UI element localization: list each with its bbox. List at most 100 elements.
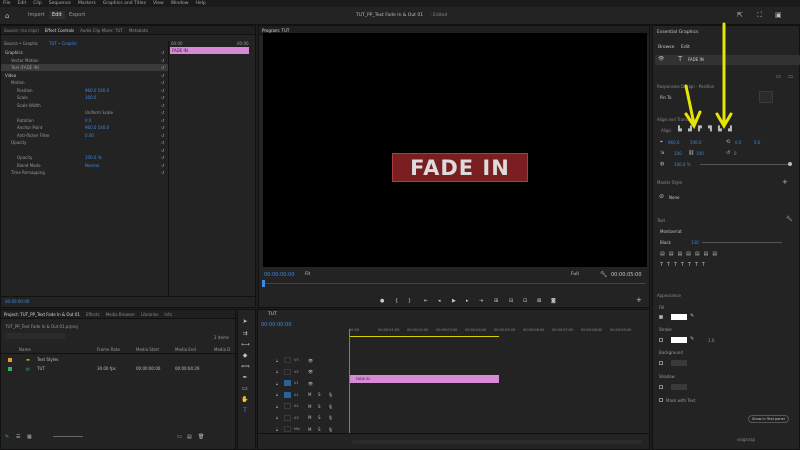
- menu-view[interactable]: View: [153, 1, 164, 6]
- source-patch[interactable]: [284, 391, 291, 398]
- fill-checkbox[interactable]: [659, 315, 663, 319]
- ec-row[interactable]: Anti-flicker Filter 0.00 ↺: [1, 132, 168, 139]
- folder-icon[interactable]: ▭: [788, 74, 793, 80]
- eye-toggle-icon[interactable]: 👁︎: [308, 369, 313, 374]
- mark-out-icon[interactable]: }: [408, 298, 411, 304]
- reset-icon[interactable]: ↺: [161, 155, 164, 160]
- header-start[interactable]: Media Start: [136, 347, 159, 352]
- ec-row[interactable]: Anchor Point 960.0 540.0 ↺: [1, 124, 168, 131]
- source-patch[interactable]: [284, 426, 291, 432]
- fill-swatch[interactable]: [671, 314, 687, 320]
- mark-in-icon[interactable]: {: [395, 298, 398, 304]
- font-size-slider[interactable]: [702, 242, 782, 243]
- ec-row[interactable]: Rotation 0.0 ↺: [1, 117, 168, 124]
- list-view-icon[interactable]: ☰: [16, 434, 20, 440]
- reset-icon[interactable]: ↺: [161, 133, 164, 138]
- eg-opacity[interactable]: 100.0 %: [674, 162, 691, 167]
- reset-icon[interactable]: ↺: [161, 140, 164, 145]
- tab-import[interactable]: Import: [28, 12, 45, 18]
- text-align-icons[interactable]: ▤▤▤▤▤▤▤: [660, 251, 721, 257]
- solo-icon[interactable]: S: [318, 415, 321, 420]
- reset-icon[interactable]: ↺: [161, 73, 164, 78]
- ec-row-value[interactable]: Uniform Scale: [85, 110, 113, 115]
- menu-file[interactable]: File: [3, 1, 11, 6]
- reset-icon[interactable]: ↺: [161, 80, 164, 85]
- add-button-icon[interactable]: +: [636, 296, 642, 304]
- tab-effects[interactable]: Effects: [86, 312, 100, 317]
- tab-metadata[interactable]: Metadata: [129, 28, 148, 33]
- mic-icon[interactable]: 🎙︎: [328, 392, 333, 397]
- solo-icon[interactable]: S: [318, 427, 321, 432]
- track-header[interactable]: 🔒︎ V1 👁︎: [258, 378, 348, 388]
- mute-icon[interactable]: M: [308, 415, 311, 420]
- ec-row[interactable]: Scale 100.0 ↺: [1, 94, 168, 101]
- ec-row-value[interactable]: Normal: [85, 163, 99, 168]
- lift-icon[interactable]: ⊡: [523, 298, 527, 304]
- timeline-timecode[interactable]: 00:00:00:00: [261, 322, 292, 328]
- reset-icon[interactable]: ↺: [161, 88, 164, 93]
- ec-row[interactable]: Vector Motion ↺: [1, 57, 168, 64]
- ec-row[interactable]: Graphics ↺: [1, 49, 168, 56]
- ec-row[interactable]: Text (FADE IN) ↺: [1, 64, 168, 71]
- source-patch[interactable]: [284, 414, 291, 421]
- background-swatch[interactable]: [671, 360, 687, 366]
- reset-icon[interactable]: ↺: [161, 163, 164, 168]
- mic-icon[interactable]: 🎙︎: [328, 415, 333, 420]
- eg-rot2[interactable]: 0.0: [754, 140, 760, 145]
- timeline-scrollbar[interactable]: [352, 440, 642, 444]
- reset-icon[interactable]: ↺: [161, 170, 164, 175]
- zoom-slider[interactable]: [53, 436, 83, 437]
- step-back-icon[interactable]: ◂: [438, 298, 441, 304]
- lock-icon[interactable]: 🔒︎: [276, 392, 278, 397]
- menu-markers[interactable]: Markers: [78, 1, 96, 6]
- tab-export[interactable]: Export: [69, 12, 85, 18]
- wrench-icon[interactable]: 🔧︎: [600, 271, 608, 278]
- rectangle-tool-icon[interactable]: ▭: [241, 385, 249, 392]
- timeline-clip[interactable]: FADE IN: [350, 375, 499, 383]
- go-to-out-icon[interactable]: ⇥: [479, 298, 483, 304]
- track-header[interactable]: 🔒︎ A1 M S 🎙︎: [258, 390, 348, 400]
- ec-row[interactable]: Video ↺: [1, 72, 168, 79]
- reset-icon[interactable]: ↺: [161, 103, 164, 108]
- razor-tool-icon[interactable]: ◆: [241, 352, 249, 359]
- ec-row[interactable]: Motion ↺: [1, 79, 168, 86]
- home-icon[interactable]: ⌂: [5, 12, 9, 20]
- new-bin-icon[interactable]: ▭: [177, 434, 182, 440]
- program-screen[interactable]: [263, 33, 647, 267]
- background-checkbox[interactable]: [659, 361, 663, 365]
- eg-pin-to[interactable]: Pin To: [660, 95, 671, 100]
- project-item[interactable]: ▬ Text Styles: [1, 356, 237, 363]
- mask-checkbox[interactable]: [659, 398, 663, 402]
- shadow-checkbox[interactable]: [659, 385, 663, 389]
- reset-icon[interactable]: ↺: [161, 95, 164, 100]
- mute-icon[interactable]: M: [308, 427, 311, 432]
- ec-row-value[interactable]: 0.0: [85, 118, 91, 123]
- header-duration[interactable]: Media D: [214, 347, 230, 352]
- tab-audio-mixer[interactable]: Audio Clip Mixer: TUT: [80, 28, 123, 33]
- quick-export-icon[interactable]: ⇱: [737, 11, 743, 19]
- ec-sequence[interactable]: TUT • Graphic: [49, 41, 77, 46]
- tab-edit[interactable]: Edit: [49, 11, 65, 19]
- eyedropper-stroke-icon[interactable]: ✎: [690, 336, 694, 342]
- solo-icon[interactable]: S: [318, 392, 321, 397]
- trash-icon[interactable]: 🗑︎: [198, 434, 204, 440]
- new-item-icon[interactable]: ▤: [187, 434, 192, 440]
- text-format-icons[interactable]: TTTTTTT: [660, 262, 709, 268]
- lock-icon[interactable]: 🔒︎: [276, 381, 278, 386]
- reset-icon[interactable]: ↺: [161, 148, 164, 153]
- eg-tab-browse[interactable]: Browse: [658, 45, 674, 50]
- program-timecode[interactable]: 00:00:00:00: [264, 272, 295, 278]
- ec-row-value[interactable]: 100.0 %: [85, 155, 102, 160]
- timeline-title[interactable]: TUT: [268, 312, 277, 317]
- font-size[interactable]: 130: [691, 240, 699, 245]
- tab-project[interactable]: Project: TUT_PP_Text Fade In & Out 01: [4, 312, 80, 317]
- maximize-icon[interactable]: ⛶: [757, 11, 762, 20]
- show-text-panel-button[interactable]: Show in Text panel: [748, 415, 789, 423]
- menu-edit[interactable]: Edit: [18, 1, 27, 6]
- eyedropper-icon[interactable]: ✎: [690, 313, 694, 319]
- stroke-width[interactable]: 1.0: [708, 338, 714, 343]
- menu-help[interactable]: Help: [195, 1, 205, 6]
- play-icon[interactable]: ▶: [452, 298, 456, 304]
- fade-in-title[interactable]: FADE IN: [392, 153, 528, 182]
- ec-row[interactable]: Opacity ↺: [1, 139, 168, 146]
